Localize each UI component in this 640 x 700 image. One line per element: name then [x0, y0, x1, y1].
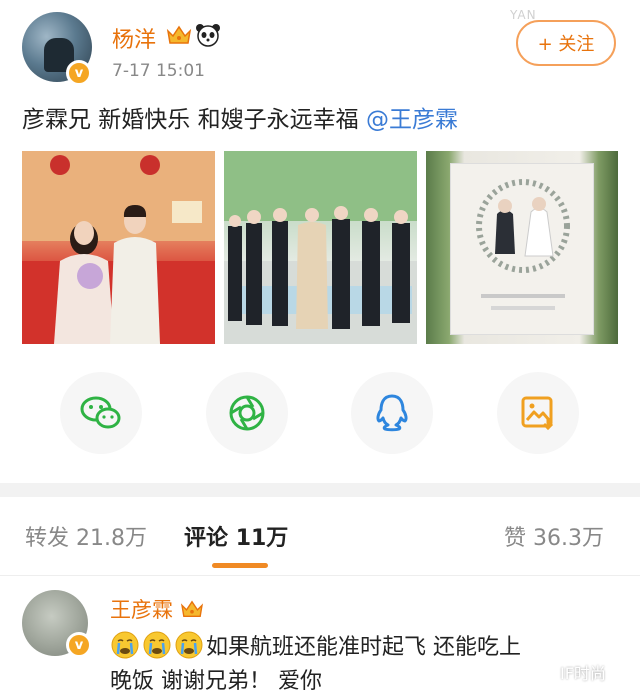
crying-emoji-icon	[111, 631, 139, 659]
share-moments-button[interactable]	[206, 372, 288, 454]
active-tab-indicator	[212, 563, 268, 568]
comment-username[interactable]: 王彦霖	[110, 598, 173, 622]
crying-emoji-icon	[143, 631, 171, 659]
mention-link[interactable]: @王彦霖	[366, 107, 458, 133]
post-image-3[interactable]	[426, 151, 618, 344]
tab-comment-count: 11万	[235, 526, 289, 551]
qq-icon	[376, 394, 408, 432]
tab-repost[interactable]: 转发 21.8万	[25, 520, 147, 552]
wechat-icon	[80, 396, 121, 429]
comment-crown-icon	[180, 600, 203, 617]
follow-button[interactable]: + 关注	[516, 20, 616, 66]
verified-badge-icon: v	[66, 60, 92, 86]
tab-repost-count: 21.8万	[76, 526, 148, 551]
post-image-2[interactable]	[224, 151, 417, 344]
post-image-1[interactable]	[22, 151, 215, 344]
tab-comment-label: 评论	[184, 526, 229, 551]
share-wechat-button[interactable]	[60, 372, 142, 454]
section-divider	[0, 483, 640, 497]
watermark-bottom: IF时尚	[560, 664, 606, 683]
tab-like-label: 赞	[504, 526, 527, 551]
share-save-image-button[interactable]	[497, 372, 579, 454]
post-text-main: 彦霖兄 新婚快乐 和嫂子永远幸福	[22, 107, 366, 133]
save-image-icon	[521, 396, 554, 431]
tab-like[interactable]: 赞 36.3万	[504, 520, 604, 552]
comment-text-line1: 如果航班还能准时起飞 还能吃上	[206, 635, 521, 660]
post-timestamp: 7-17 15:01	[112, 61, 205, 81]
comment-verified-badge-icon: v	[66, 632, 92, 658]
tab-like-count: 36.3万	[533, 526, 605, 551]
crown-icon	[166, 25, 192, 44]
tab-comment[interactable]: 评论 11万	[184, 520, 288, 552]
username[interactable]: 杨洋	[112, 22, 156, 54]
panda-icon	[196, 24, 220, 47]
share-qq-button[interactable]	[351, 372, 433, 454]
post-header: v 杨洋 7-17 15:01 YAN + 关注	[0, 0, 640, 100]
comment-text-line2: 晚饭 谢谢兄弟！ 爱你	[110, 669, 322, 694]
crying-emoji-icon	[175, 631, 203, 659]
comment-username-row: 王彦霖	[110, 594, 204, 624]
post-text: 彦霖兄 新婚快乐 和嫂子永远幸福 @王彦霖	[22, 100, 458, 134]
moments-icon	[229, 395, 265, 431]
tab-separator	[0, 575, 640, 576]
comment-text: 如果航班还能准时起飞 还能吃上 晚饭 谢谢兄弟！ 爱你	[110, 630, 610, 699]
tab-repost-label: 转发	[25, 526, 70, 551]
